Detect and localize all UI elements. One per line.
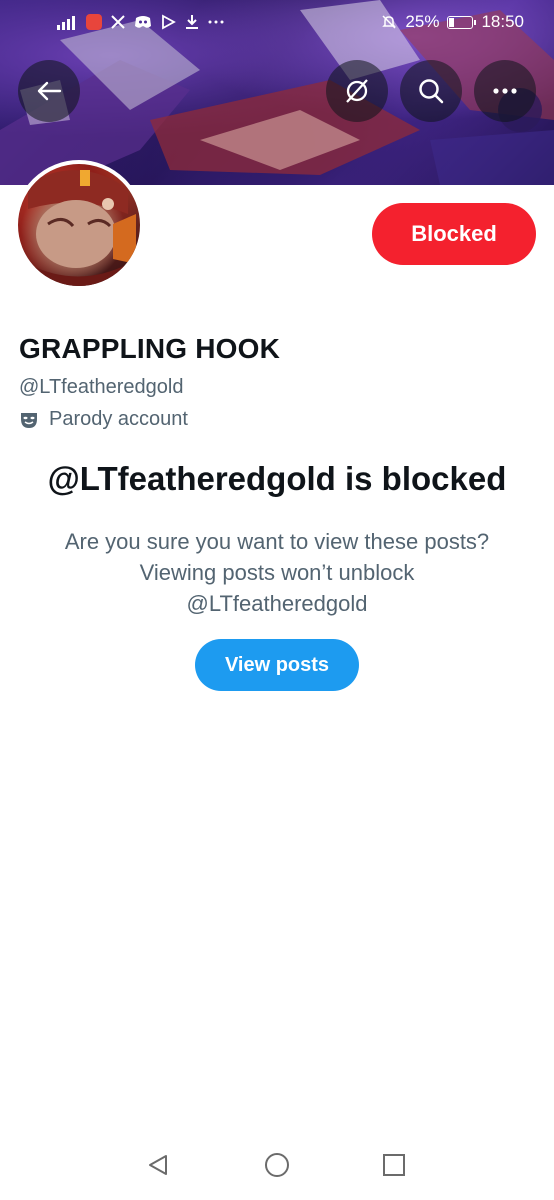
system-recents-button[interactable] bbox=[364, 1130, 424, 1200]
arrow-left-icon bbox=[36, 80, 62, 102]
status-bar: 25% 18:50 bbox=[0, 0, 554, 44]
avatar[interactable] bbox=[14, 160, 144, 290]
system-home-button[interactable] bbox=[247, 1130, 307, 1200]
profile-handle: @LTfeatheredgold bbox=[19, 376, 184, 398]
blocked-description: Are you sure you want to view these post… bbox=[30, 526, 524, 619]
blocked-button[interactable]: Blocked bbox=[372, 203, 536, 265]
circle-home-icon bbox=[264, 1152, 290, 1178]
blocked-description-line-3: @LTfeatheredgold bbox=[186, 591, 368, 616]
view-posts-button[interactable]: View posts bbox=[195, 639, 359, 691]
blocked-description-line-2: Viewing posts won’t unblock bbox=[139, 560, 415, 585]
status-bar-left bbox=[56, 14, 224, 30]
parody-label: Parody account bbox=[19, 408, 188, 431]
search-button[interactable] bbox=[400, 60, 462, 122]
status-bar-right: 25% 18:50 bbox=[381, 12, 524, 32]
system-navigation-bar bbox=[0, 1130, 554, 1200]
blocked-description-line-1: Are you sure you want to view these post… bbox=[64, 529, 490, 554]
parody-label-text: Parody account bbox=[49, 408, 188, 430]
grok-button[interactable] bbox=[326, 60, 388, 122]
battery-percent: 25% bbox=[405, 12, 440, 31]
x-icon bbox=[110, 14, 126, 30]
mute-bell-icon bbox=[381, 14, 397, 30]
battery-icon bbox=[447, 15, 477, 29]
avatar-artwork bbox=[28, 170, 136, 286]
mask-icon bbox=[19, 410, 39, 430]
grok-icon bbox=[343, 77, 371, 105]
app-badge-icon bbox=[86, 14, 102, 30]
back-button[interactable] bbox=[18, 60, 80, 122]
signal-icon bbox=[56, 14, 78, 30]
search-icon bbox=[417, 77, 445, 105]
battery-level bbox=[449, 17, 455, 27]
blocked-title: @LTfeatheredgold is blocked bbox=[47, 460, 507, 497]
download-icon bbox=[184, 14, 200, 30]
triangle-back-icon bbox=[146, 1153, 170, 1177]
more-dots-icon bbox=[208, 19, 224, 25]
more-button[interactable] bbox=[474, 60, 536, 122]
display-name: GRAPPLING HOOK bbox=[19, 333, 281, 364]
square-recents-icon bbox=[382, 1153, 406, 1177]
system-back-button[interactable] bbox=[128, 1130, 188, 1200]
discord-icon bbox=[134, 15, 152, 29]
more-icon bbox=[493, 88, 517, 94]
clock: 18:50 bbox=[481, 12, 524, 31]
play-icon bbox=[160, 14, 176, 30]
